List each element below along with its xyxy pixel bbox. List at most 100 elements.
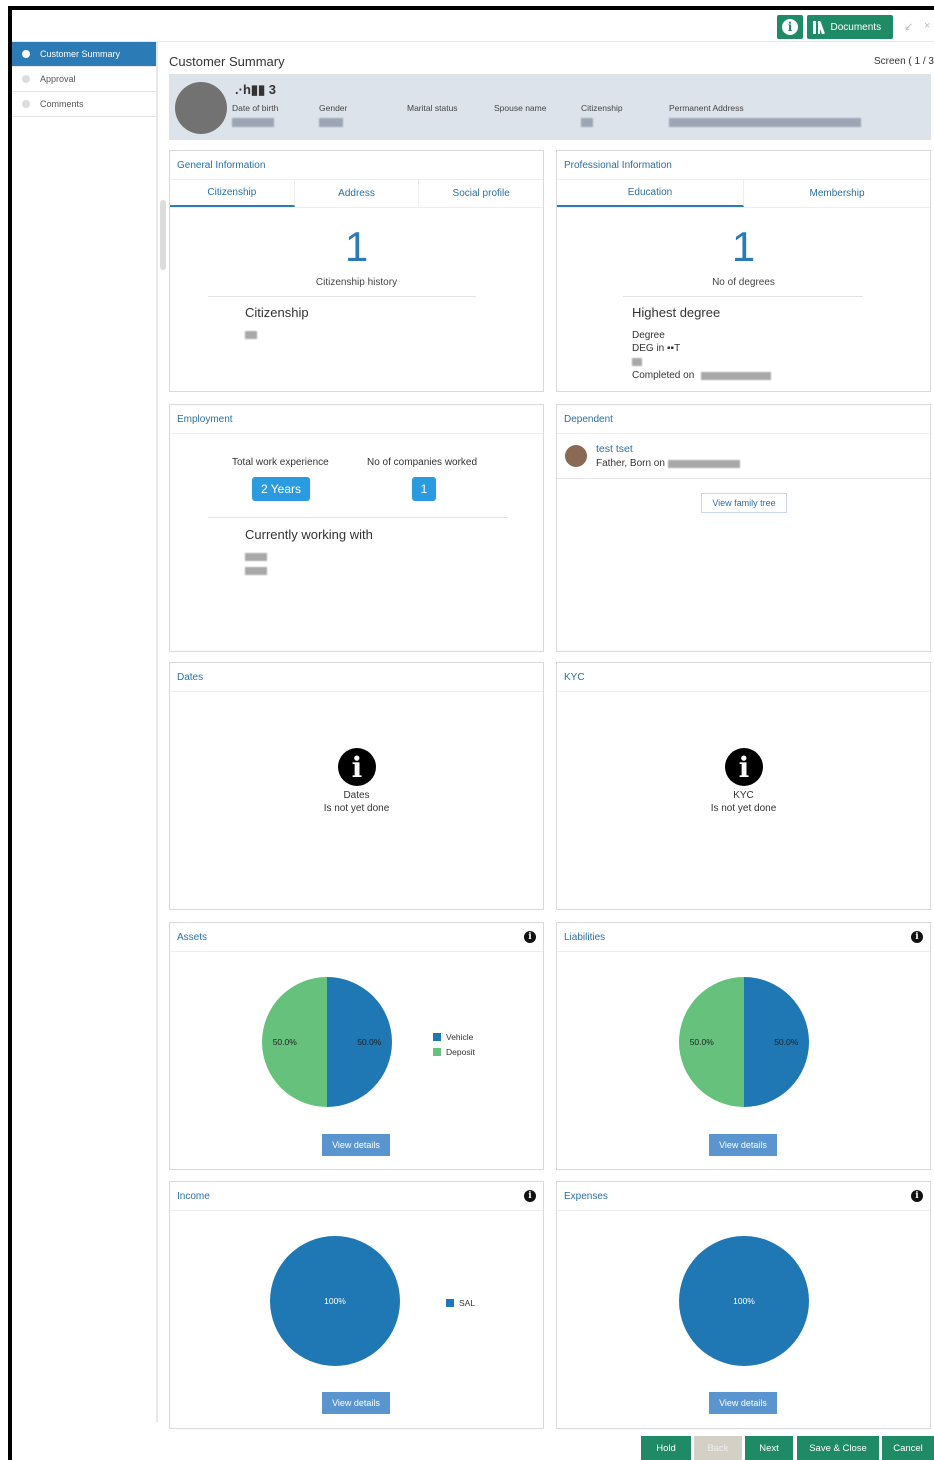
field-label-marital-status: Marital status	[407, 103, 458, 113]
pie-slice-label: 50.0%	[774, 1037, 799, 1047]
liabilities-view-details-button[interactable]: View details	[709, 1134, 777, 1156]
tab-education[interactable]: Education	[557, 180, 744, 207]
professional-tabs: Education Membership	[557, 180, 930, 208]
hold-button[interactable]: Hold	[641, 1436, 691, 1460]
tab-social-profile[interactable]: Social profile	[419, 180, 543, 207]
dates-card: Dates i Dates Is not yet done	[169, 662, 544, 910]
assets-view-details-button[interactable]: View details	[322, 1134, 390, 1156]
info-icon[interactable]: i	[524, 931, 536, 943]
redacted-value	[669, 118, 861, 127]
legend-swatch	[433, 1032, 441, 1041]
info-icon[interactable]: i	[524, 1190, 536, 1202]
assets-card: Assets i 50.0% 50.0% Vehicle Deposit View…	[169, 922, 544, 1170]
work-experience-label: Total work experience	[232, 457, 329, 468]
save-close-button[interactable]: Save & Close	[797, 1436, 879, 1460]
section-title: Highest degree	[632, 305, 721, 320]
redacted-value	[701, 372, 771, 380]
card-header: Assets i	[170, 923, 543, 952]
professional-information-card: Professional Information Education Membe…	[556, 150, 931, 392]
info-icon: i	[338, 748, 376, 786]
assets-pie-chart: 50.0% 50.0%	[262, 977, 392, 1107]
tab-citizenship[interactable]: Citizenship	[170, 180, 295, 207]
legend-swatch	[446, 1298, 454, 1307]
app-window: i Documents ↙ × Customer Summary Approva…	[8, 6, 934, 1460]
income-view-details-button[interactable]: View details	[322, 1392, 390, 1414]
citizenship-count-label: Citizenship history	[315, 277, 398, 288]
divider	[623, 296, 863, 297]
card-title: Assets	[177, 931, 208, 943]
sidebar-item-label: Approval	[40, 74, 76, 84]
customer-name: .·h▮▮ 3	[235, 82, 277, 97]
card-title: Professional Information	[557, 151, 930, 180]
dependent-name[interactable]: test tset	[596, 443, 633, 455]
redacted-value	[232, 118, 274, 127]
pie-slice-label: 50.0%	[357, 1037, 382, 1047]
library-icon	[813, 20, 825, 34]
dependent-avatar	[565, 445, 587, 467]
field-label-dob: Date of birth	[232, 103, 279, 113]
redacted-value	[245, 331, 257, 339]
card-header: Income i	[170, 1182, 543, 1211]
legend-swatch	[433, 1047, 441, 1056]
degrees-count: 1	[731, 223, 756, 270]
liabilities-card: Liabilities i 50.0% 50.0% View details	[556, 922, 931, 1170]
general-information-card: General Information Citizenship Address …	[169, 150, 544, 392]
info-icon: i	[782, 19, 798, 35]
field-label-spouse-name: Spouse name	[494, 103, 547, 113]
step-dot-icon	[22, 50, 30, 58]
expenses-view-details-button[interactable]: View details	[709, 1392, 777, 1414]
documents-button[interactable]: Documents	[807, 15, 893, 39]
customer-profile-strip: .·h▮▮ 3 Date of birth Gender Marital sta…	[169, 74, 931, 140]
sidebar-resize-handle[interactable]	[160, 200, 166, 270]
documents-label: Documents	[830, 21, 882, 33]
next-button[interactable]: Next	[745, 1436, 793, 1460]
shrink-icon[interactable]: ↙	[904, 20, 913, 33]
liabilities-pie-chart: 50.0% 50.0%	[679, 977, 809, 1107]
sidebar: Customer Summary Approval Comments	[12, 42, 158, 1422]
companies-worked-label: No of companies worked	[367, 457, 478, 468]
legend-label: SAL	[459, 1297, 476, 1308]
redacted-value	[319, 118, 343, 127]
expenses-pie-chart: 100%	[679, 1236, 809, 1366]
legend-item: Deposit	[433, 1044, 475, 1059]
sidebar-item-comments[interactable]: Comments	[12, 92, 156, 117]
dependent-relation: Father, Born on	[596, 458, 665, 469]
divider	[208, 296, 476, 297]
cancel-button[interactable]: Cancel	[882, 1436, 934, 1460]
info-icon: i	[725, 748, 763, 786]
employment-card: Employment Total work experience No of c…	[169, 404, 544, 652]
kyc-status-title: KYC	[733, 790, 754, 801]
card-title: Dependent	[557, 405, 930, 434]
view-family-tree-button[interactable]: View family tree	[701, 493, 787, 513]
legend-label: Deposit	[446, 1046, 475, 1057]
divider	[208, 517, 508, 518]
tab-address[interactable]: Address	[295, 180, 420, 207]
income-pie-chart: 100%	[270, 1236, 400, 1366]
card-title: Income	[177, 1190, 210, 1202]
general-tabs: Citizenship Address Social profile	[170, 180, 543, 208]
sidebar-item-label: Comments	[40, 99, 84, 109]
field-label-gender: Gender	[319, 103, 348, 113]
close-icon[interactable]: ×	[924, 20, 930, 32]
citizenship-count: 1	[344, 223, 369, 270]
field-label-citizenship: Citizenship	[581, 103, 623, 113]
tab-membership[interactable]: Membership	[744, 180, 930, 207]
sidebar-item-approval[interactable]: Approval	[12, 67, 156, 92]
info-icon[interactable]: i	[911, 1190, 923, 1202]
dependent-card: Dependent test tset Father, Born on View…	[556, 404, 931, 652]
sidebar-item-label: Customer Summary	[40, 49, 121, 59]
dates-status-text: Is not yet done	[323, 803, 390, 814]
info-icon[interactable]: i	[911, 931, 923, 943]
degrees-count-label: No of degrees	[712, 277, 775, 288]
field-label-permanent-address: Permanent Address	[669, 103, 744, 113]
info-button[interactable]: i	[777, 15, 803, 39]
screen-indicator: Screen ( 1 / 3	[873, 56, 934, 67]
legend-item: SAL	[446, 1295, 475, 1310]
income-legend: SAL	[446, 1295, 475, 1310]
back-button[interactable]: Back	[694, 1436, 742, 1460]
sidebar-item-customer-summary[interactable]: Customer Summary	[12, 42, 156, 67]
card-title: General Information	[170, 151, 543, 180]
income-card: Income i 100% SAL View details	[169, 1181, 544, 1429]
kyc-card: KYC i KYC Is not yet done	[556, 662, 931, 910]
top-toolbar: i Documents ↙ ×	[12, 10, 934, 42]
